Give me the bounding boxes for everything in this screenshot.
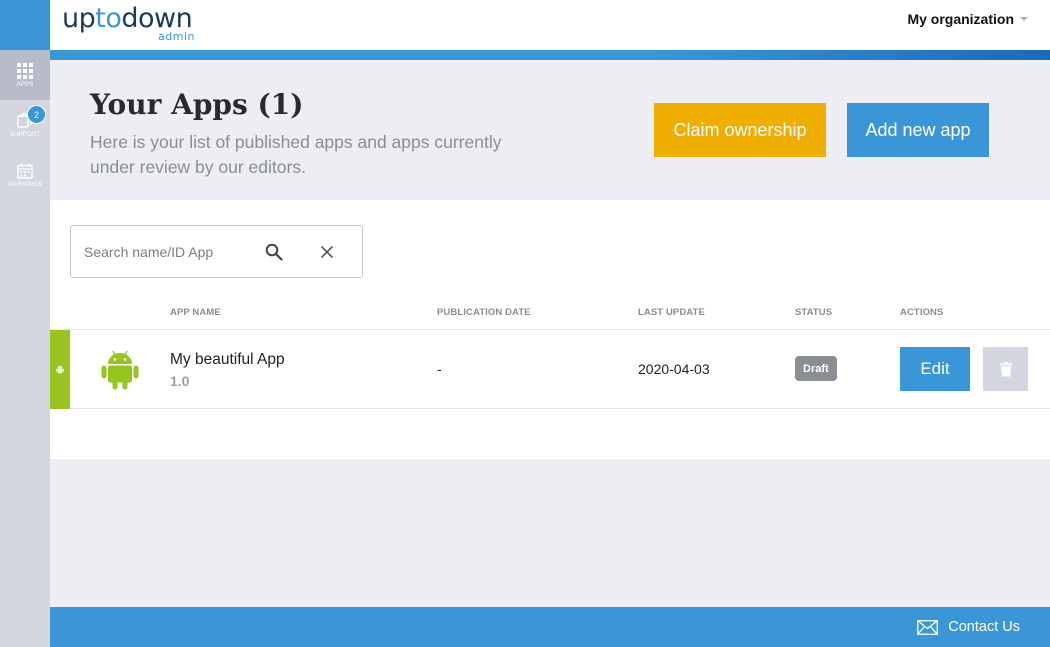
sidebar-item-label: SUPPORT: [9, 131, 41, 138]
android-icon: [56, 365, 64, 374]
column-header-app-name: APP NAME: [170, 307, 221, 318]
logo-wordmark: uptodown: [62, 3, 193, 34]
sidebar-item-label: APPS: [16, 81, 34, 88]
search-icon[interactable]: [265, 243, 283, 261]
sidebar-item-label: WARNINGS: [7, 181, 43, 188]
page-hero: Your Apps (1) Here is your list of publi…: [50, 60, 1050, 200]
column-header-actions: ACTIONS: [900, 307, 944, 318]
add-new-app-button[interactable]: Add new app: [847, 103, 989, 157]
edit-button[interactable]: Edit: [900, 347, 970, 391]
uptodown-logo[interactable]: uptodown admin: [62, 3, 194, 43]
column-header-status: STATUS: [795, 307, 833, 318]
column-header-last-update: LAST UPDATE: [638, 307, 705, 318]
delete-button[interactable]: [983, 347, 1028, 391]
logo-part-up: up: [62, 3, 96, 34]
apps-content: APP NAME PUBLICATION DATE LAST UPDATE ST…: [50, 200, 1050, 459]
search-box: [70, 225, 363, 278]
grid-icon: [17, 62, 33, 79]
status-badge: Draft: [795, 356, 837, 381]
app-version: 1.0: [170, 373, 190, 389]
sidebar-top-strip: [0, 0, 50, 50]
page-title: Your Apps (1): [90, 88, 304, 121]
organization-dropdown[interactable]: My organization: [907, 11, 1028, 27]
contact-us-label: Contact Us: [948, 619, 1020, 635]
table-row: My beautiful App 1.0 - 2020-04-03 Draft …: [50, 329, 1050, 409]
sidebar-item-warnings[interactable]: WARNINGS: [0, 150, 50, 200]
envelope-icon: [917, 619, 939, 635]
close-icon[interactable]: [320, 245, 334, 259]
trash-icon: [999, 361, 1012, 376]
app-name[interactable]: My beautiful App: [170, 351, 285, 369]
page-subtitle: Here is your list of published apps and …: [90, 132, 502, 177]
organization-label: My organization: [907, 11, 1014, 27]
sidebar-item-apps[interactable]: APPS: [0, 50, 50, 100]
top-header: uptodown admin My organization: [50, 0, 1050, 50]
sidebar: APPS SUPPORT 2 WARNINGS: [0, 0, 50, 647]
android-icon: [101, 350, 139, 390]
calendar-icon: [17, 163, 33, 179]
chevron-down-icon: [1020, 17, 1028, 21]
logo-part-to: to: [95, 3, 122, 34]
logo-subtitle: admin: [158, 30, 195, 43]
footer: Contact Us: [50, 607, 1050, 647]
claim-ownership-button[interactable]: Claim ownership: [654, 103, 826, 157]
column-header-publication-date: PUBLICATION DATE: [437, 307, 531, 318]
publication-date: -: [437, 361, 442, 377]
search-input[interactable]: [84, 243, 254, 260]
notification-badge: 2: [27, 105, 46, 124]
platform-flag: [50, 330, 70, 409]
sidebar-item-support[interactable]: SUPPORT 2: [0, 100, 50, 150]
last-update-date: 2020-04-03: [638, 361, 710, 377]
header-accent-bar: [50, 50, 1050, 60]
contact-us-link[interactable]: Contact Us: [917, 607, 1020, 647]
